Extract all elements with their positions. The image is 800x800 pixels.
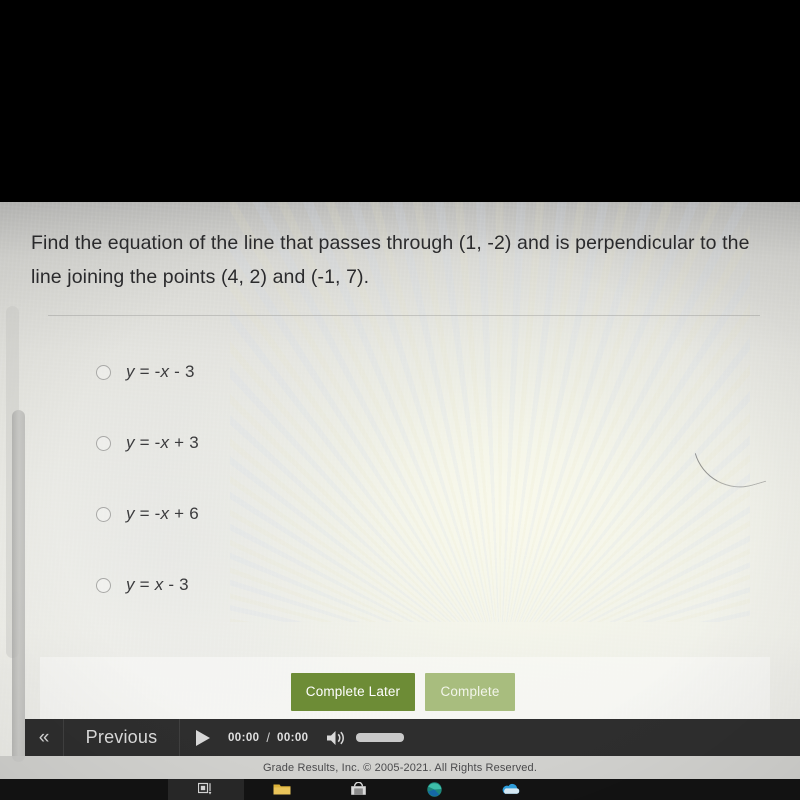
page-scrollbar-thumb[interactable] — [12, 410, 25, 762]
answer-option-c[interactable]: y = -x + 6 — [96, 501, 199, 527]
copyright-text: Grade Results, Inc. © 2005-2021. All Rig… — [262, 761, 538, 774]
letterbox-top — [0, 0, 800, 202]
answer-option-d-label: y = x - 3 — [126, 575, 189, 594]
answer-option-d[interactable]: y = x - 3 — [96, 572, 189, 598]
answer-option-b[interactable]: y = -x + 3 — [96, 430, 199, 456]
answer-option-b-label: y = -x + 3 — [126, 433, 199, 452]
media-controls: 00:00 / 00:00 — [180, 719, 405, 756]
complete-later-button[interactable]: Complete Later — [291, 673, 415, 711]
question-text: Find the equation of the line that passe… — [31, 232, 750, 288]
taskbar-icons — [168, 779, 548, 800]
onedrive-icon[interactable] — [472, 779, 548, 800]
page-scrollbar-track[interactable] — [6, 306, 25, 762]
microsoft-store-icon[interactable] — [320, 779, 396, 800]
play-icon[interactable] — [196, 729, 210, 746]
answer-option-c-label: y = -x + 6 — [126, 504, 199, 523]
footer-bar: Grade Results, Inc. © 2005-2021. All Rig… — [0, 756, 800, 779]
time-separator: / — [266, 730, 271, 745]
radio-button-b[interactable] — [96, 435, 111, 451]
windows-taskbar — [0, 779, 800, 800]
file-explorer-icon[interactable] — [244, 779, 320, 800]
current-time: 00:00 — [228, 731, 260, 744]
radio-button-c[interactable] — [96, 506, 111, 522]
question-divider — [48, 315, 760, 316]
answer-option-a[interactable]: y = -x - 3 — [96, 359, 195, 385]
total-time: 00:00 — [277, 731, 309, 744]
edge-browser-icon[interactable] — [168, 779, 472, 800]
radio-button-d[interactable] — [96, 577, 111, 593]
screen-photo: Find the equation of the line that passe… — [0, 0, 800, 800]
speaker-icon[interactable] — [326, 730, 347, 746]
media-toolbar: « Previous 00:00 / 00:00 — [25, 719, 800, 756]
previous-button[interactable]: Previous — [64, 719, 180, 756]
volume-slider[interactable] — [356, 733, 405, 742]
answer-option-a-label: y = -x - 3 — [126, 362, 195, 381]
radio-button-a[interactable] — [96, 364, 111, 380]
double-chevron-left-icon[interactable]: « — [25, 719, 64, 756]
quiz-screen: Find the equation of the line that passe… — [0, 202, 800, 800]
complete-button[interactable]: Complete — [425, 673, 515, 711]
